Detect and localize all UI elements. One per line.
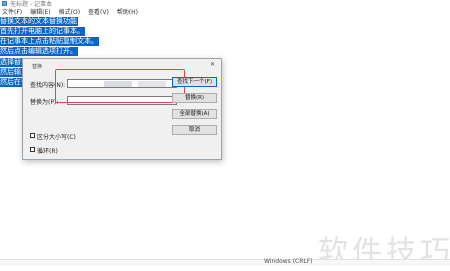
title-bar: 无标题 - 记事本	[0, 0, 450, 8]
editor-line: 替换文本的文本替换功能	[0, 17, 78, 26]
window-title: 无标题 - 记事本	[10, 1, 52, 8]
replace-input[interactable]	[67, 96, 177, 105]
menu-bar: 文件(F) 编辑(E) 格式(O) 查看(V) 帮助(H)	[0, 8, 138, 17]
notepad-icon	[2, 1, 7, 6]
menu-format[interactable]: 格式(O)	[59, 8, 80, 17]
wrap-around-label: 循环(R)	[37, 148, 58, 155]
replace-button[interactable]: 替换(R)	[172, 93, 217, 103]
find-next-button[interactable]: 查找下一个(F)	[172, 77, 217, 87]
replace-all-button[interactable]: 全部替换(A)	[172, 109, 217, 119]
status-encoding: Windows (CRLF)	[264, 258, 313, 265]
menu-view[interactable]: 查看(V)	[88, 8, 109, 17]
close-icon[interactable]: ✕	[210, 61, 215, 68]
match-case-checkbox[interactable]	[30, 133, 35, 138]
find-input-text	[104, 81, 132, 87]
find-label: 查找内容(N):	[30, 82, 66, 89]
find-input[interactable]	[67, 79, 177, 88]
match-case-label: 区分大小写(C)	[37, 134, 76, 141]
wrap-around-checkbox[interactable]	[30, 147, 35, 152]
menu-file[interactable]: 文件(F)	[2, 8, 22, 17]
cancel-button[interactable]: 取消	[172, 125, 217, 135]
replace-dialog: 替换 ✕ 查找内容(N): 替换为(P): 查找下一个(F) 替换(R) 全部替…	[22, 58, 222, 160]
replace-label: 替换为(P):	[30, 99, 59, 106]
find-input-text	[138, 81, 166, 87]
menu-help[interactable]: 帮助(H)	[117, 8, 138, 17]
editor-line: 然后点击编辑选项打开。	[0, 47, 78, 56]
dialog-title: 替换	[32, 64, 43, 70]
menu-edit[interactable]: 编辑(E)	[30, 8, 50, 17]
editor-line: 在记事本上点击粘贴复制文本。	[0, 37, 99, 46]
editor-line: 首先打开电脑上的记事本。	[0, 27, 85, 36]
